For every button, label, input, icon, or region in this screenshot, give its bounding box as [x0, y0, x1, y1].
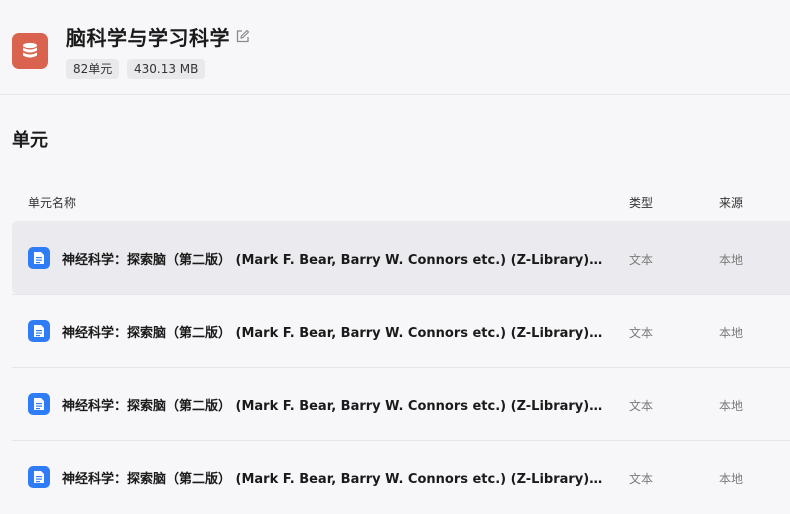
table-row[interactable]: 神经科学：探索脑（第二版） (Mark F. Bear, Barry W. Co…	[12, 294, 790, 367]
table-row[interactable]: 神经科学：探索脑（第二版） (Mark F. Bear, Barry W. Co…	[12, 367, 790, 440]
document-icon	[28, 247, 50, 269]
row-type: 文本	[629, 253, 654, 267]
size-badge: 430.13 MB	[127, 59, 206, 79]
table-row[interactable]: 神经科学：探索脑（第二版） (Mark F. Bear, Barry W. Co…	[12, 221, 790, 294]
database-icon	[12, 33, 48, 69]
page-title: 脑科学与学习科学	[66, 26, 230, 50]
row-source: 本地	[719, 399, 744, 413]
column-header-name: 单元名称	[28, 196, 77, 210]
column-header-type: 类型	[629, 196, 654, 210]
unit-count-badge: 82单元	[66, 59, 120, 79]
document-icon	[28, 393, 50, 415]
column-header-source: 来源	[719, 196, 744, 210]
edit-icon[interactable]	[235, 29, 250, 44]
section-title: 单元	[12, 130, 48, 151]
row-type: 文本	[629, 399, 654, 413]
row-source: 本地	[719, 253, 744, 267]
row-type: 文本	[629, 326, 654, 340]
row-source: 本地	[719, 326, 744, 340]
document-icon	[28, 466, 50, 488]
table-row[interactable]: 神经科学：探索脑（第二版） (Mark F. Bear, Barry W. Co…	[12, 440, 790, 513]
row-title: 神经科学：探索脑（第二版） (Mark F. Bear, Barry W. Co…	[62, 326, 607, 341]
row-type: 文本	[629, 472, 654, 486]
row-title: 神经科学：探索脑（第二版） (Mark F. Bear, Barry W. Co…	[62, 399, 607, 414]
knowledge-base-header: 脑科学与学习科学 82单元 430.13 MB	[0, 0, 790, 95]
row-source: 本地	[719, 472, 744, 486]
row-title: 神经科学：探索脑（第二版） (Mark F. Bear, Barry W. Co…	[62, 253, 607, 268]
row-title: 神经科学：探索脑（第二版） (Mark F. Bear, Barry W. Co…	[62, 472, 607, 487]
document-icon	[28, 320, 50, 342]
